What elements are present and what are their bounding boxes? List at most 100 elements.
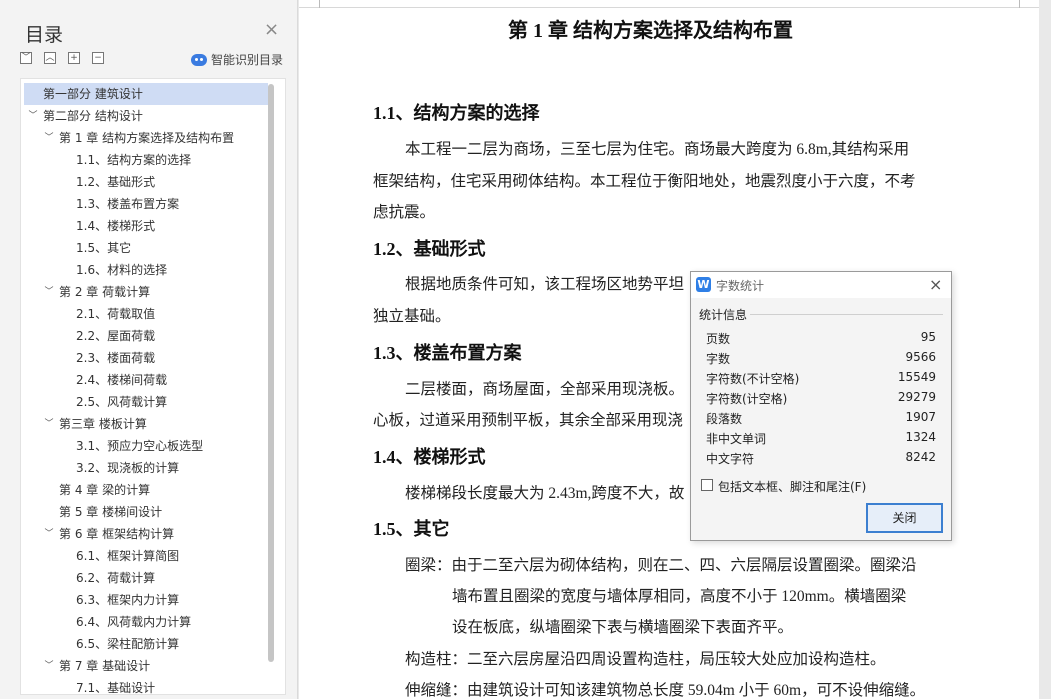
remove-item-icon[interactable]: − <box>92 52 104 64</box>
toc-item[interactable]: 6.4、风荷载内力计算 <box>24 611 268 633</box>
toc-item[interactable]: 1.3、楼盖布置方案 <box>24 193 268 215</box>
toc-scrollbar[interactable] <box>268 84 274 662</box>
close-icon[interactable]: × <box>929 275 942 294</box>
toc-item[interactable]: 第 4 章 梁的计算 <box>24 479 268 501</box>
paragraph-line: 独立基础。 <box>373 308 451 325</box>
smart-toc-label: 智能识别目录 <box>211 53 284 67</box>
sidebar-title: 目录 <box>25 24 64 46</box>
toc-item[interactable]: 7.1、基础设计 <box>24 677 268 695</box>
close-button[interactable]: 关闭 <box>866 503 943 533</box>
stat-label: 非中文单词 <box>706 432 767 446</box>
toc-item-label: 3.1、预应力空心板选型 <box>76 439 204 453</box>
chevron-down-icon[interactable]: ﹀ <box>44 413 54 435</box>
chevron-down-icon[interactable]: ﹀ <box>28 105 38 127</box>
toc-item[interactable]: 第 5 章 楼梯间设计 <box>24 501 268 523</box>
close-icon[interactable]: × <box>264 20 279 40</box>
toc-item-label: 6.4、风荷载内力计算 <box>76 615 192 629</box>
toc-item-label: 6.1、框架计算简图 <box>76 549 180 563</box>
section-heading: 1.3、楼盖布置方案 <box>373 343 522 363</box>
paragraph-line: 伸缩缝：由建筑设计可知该建筑物总长度 59.04m 小于 60m，可不设伸缩缝。 <box>405 682 926 699</box>
toc-item[interactable]: ﹀ 第 1 章 结构方案选择及结构布置 <box>24 127 268 149</box>
toc-item[interactable]: 6.5、梁柱配筋计算 <box>24 633 268 655</box>
toc-item-label: 1.2、基础形式 <box>76 175 156 189</box>
toc-item[interactable]: 2.1、荷载取值 <box>24 303 268 325</box>
toc-item-label: 6.2、荷载计算 <box>76 571 156 585</box>
chevron-down-icon[interactable]: ﹀ <box>44 281 54 303</box>
toc-item-label: 第二部分 结构设计 <box>43 109 143 123</box>
chevron-down-icon[interactable]: ﹀ <box>44 523 54 545</box>
divider <box>750 314 943 315</box>
toc-item-label: 2.3、楼面荷载 <box>76 351 156 365</box>
toc-item-label: 第 4 章 梁的计算 <box>59 483 151 497</box>
toc-item-label: 第 1 章 结构方案选择及结构布置 <box>59 131 235 145</box>
toc-item[interactable]: 1.2、基础形式 <box>24 171 268 193</box>
stat-label: 中文字符 <box>706 452 755 466</box>
stat-row: 中文字符 8242 <box>706 450 936 470</box>
toc-item-label: 6.3、框架内力计算 <box>76 593 180 607</box>
dialog-titlebar[interactable]: W 字数统计 × <box>691 272 951 298</box>
toc-item-label: 第 2 章 荷载计算 <box>59 285 151 299</box>
stat-label: 字符数(不计空格) <box>706 372 800 386</box>
toc-item-label: 2.4、楼梯间荷载 <box>76 373 168 387</box>
toc-item-label: 第三章 楼板计算 <box>59 417 147 431</box>
paragraph-line: 虑抗震。 <box>373 204 436 221</box>
toc-item-label: 2.2、屋面荷载 <box>76 329 156 343</box>
ai-icon <box>191 53 207 66</box>
include-textbox-label[interactable]: 包括文本框、脚注和尾注(F) <box>718 478 866 495</box>
stat-value: 1324 <box>905 430 936 444</box>
toc-item[interactable]: 6.2、荷载计算 <box>24 567 268 589</box>
section-heading: 1.2、基础形式 <box>373 239 486 259</box>
paragraph-line: 本工程一二层为商场，三至七层为住宅。商场最大跨度为 6.8m,其结构采用 <box>405 141 910 158</box>
paragraph-line: 框架结构，住宅采用砌体结构。本工程位于衡阳地处，地震烈度小于六度，不考 <box>373 173 916 190</box>
toc-item[interactable]: 1.1、结构方案的选择 <box>24 149 268 171</box>
stat-row: 非中文单词 1324 <box>706 430 936 450</box>
stat-value: 95 <box>920 330 936 344</box>
stat-row: 页数 95 <box>706 330 936 350</box>
toc-item[interactable]: 3.1、预应力空心板选型 <box>24 435 268 457</box>
smart-toc-button[interactable]: 智能识别目录 <box>191 51 283 68</box>
toc-item[interactable]: ﹀ 第三章 楼板计算 <box>24 413 268 435</box>
toc-item-label: 3.2、现浇板的计算 <box>76 461 180 475</box>
margin-mark <box>1019 0 1020 8</box>
toc-item[interactable]: 2.5、风荷载计算 <box>24 391 268 413</box>
toc-item[interactable]: ﹀ 第 6 章 框架结构计算 <box>24 523 268 545</box>
stat-row: 字数 9566 <box>706 350 936 370</box>
toc-item-label: 1.1、结构方案的选择 <box>76 153 192 167</box>
toc-item[interactable]: 2.4、楼梯间荷载 <box>24 369 268 391</box>
toc-item-label: 2.1、荷载取值 <box>76 307 156 321</box>
toc-list: 第一部分 建筑设计 ﹀ 第二部分 结构设计 ﹀ 第 1 章 结构方案选择及结构布置 1.1… <box>24 83 268 695</box>
toc-item[interactable]: 6.1、框架计算简图 <box>24 545 268 567</box>
stat-value: 8242 <box>905 450 936 464</box>
paragraph-line: 楼梯梯段长度最大为 2.43m,跨度不大，故 <box>405 485 685 502</box>
toc-sidebar: 目录 × ﹀ ︿ + − 智能识别目录 第一部分 建筑设计 ﹀ 第二部分 结构设计 ﹀… <box>0 0 298 699</box>
paragraph-line: 二层楼面，商场屋面，全部采用现浇板。 <box>405 381 685 398</box>
toc-item[interactable]: ﹀ 第二部分 结构设计 <box>24 105 268 127</box>
toc-item-label: 7.1、基础设计 <box>76 681 156 695</box>
toc-item-label: 第 7 章 基础设计 <box>59 659 151 673</box>
toc-item-label: 6.5、梁柱配筋计算 <box>76 637 180 651</box>
toc-item-label: 2.5、风荷载计算 <box>76 395 168 409</box>
toc-item[interactable]: 1.4、楼梯形式 <box>24 215 268 237</box>
toc-item[interactable]: 2.2、屋面荷载 <box>24 325 268 347</box>
toc-item[interactable]: 3.2、现浇板的计算 <box>24 457 268 479</box>
chevron-down-icon[interactable]: ﹀ <box>44 127 54 149</box>
toc-item[interactable]: 1.5、其它 <box>24 237 268 259</box>
toc-item[interactable]: 2.3、楼面荷载 <box>24 347 268 369</box>
stat-value: 29279 <box>897 390 936 404</box>
toc-item-label: 1.5、其它 <box>76 241 132 255</box>
chevron-down-icon[interactable]: ﹀ <box>44 655 54 677</box>
toc-item[interactable]: 第一部分 建筑设计 <box>24 83 268 105</box>
toc-item[interactable]: ﹀ 第 7 章 基础设计 <box>24 655 268 677</box>
toc-item[interactable]: 6.3、框架内力计算 <box>24 589 268 611</box>
section-heading: 1.5、其它 <box>373 519 450 539</box>
paragraph-line: 根据地质条件可知，该工程场区地势平坦 <box>405 276 685 293</box>
dialog-title: 字数统计 <box>716 279 765 293</box>
add-item-icon[interactable]: + <box>68 52 80 64</box>
include-textbox-checkbox[interactable] <box>701 479 713 491</box>
collapse-all-icon[interactable]: ﹀ <box>20 52 32 64</box>
toc-item-label: 1.3、楼盖布置方案 <box>76 197 180 211</box>
stat-label: 字数 <box>706 352 731 366</box>
toc-item[interactable]: 1.6、材料的选择 <box>24 259 268 281</box>
expand-level-icon[interactable]: ︿ <box>44 52 56 64</box>
toc-item[interactable]: ﹀ 第 2 章 荷载计算 <box>24 281 268 303</box>
